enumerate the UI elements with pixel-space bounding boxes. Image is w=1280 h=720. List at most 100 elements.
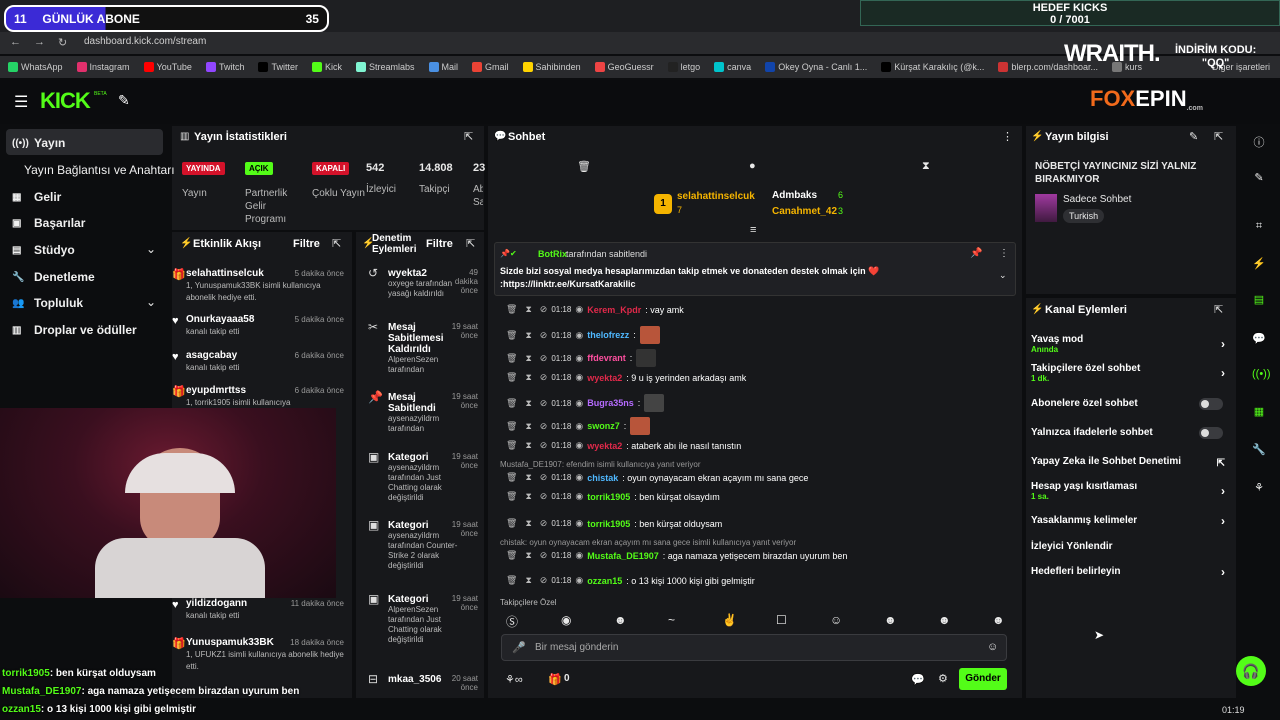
bookmark-item[interactable]: Instagram: [76, 62, 130, 72]
timeout-icon[interactable]: ⧗: [525, 472, 531, 483]
emote-icon[interactable]: Ⓢ: [506, 613, 518, 630]
bookmark-item[interactable]: Streamlabs: [355, 62, 415, 72]
sidebar-item-5[interactable]: 🔧 Denetleme: [12, 270, 95, 284]
chat-username[interactable]: torrik1905: [587, 519, 630, 529]
toggle-switch[interactable]: [1199, 427, 1223, 439]
emote-icon[interactable]: ◉: [561, 613, 571, 627]
timeout-icon[interactable]: ⧗: [525, 518, 531, 529]
chat-username[interactable]: wyekta2: [587, 373, 622, 383]
back-icon[interactable]: ←: [10, 36, 21, 48]
chat-username[interactable]: ffdevrant: [587, 353, 626, 363]
hourglass-tab-icon[interactable]: ⧗: [922, 160, 930, 173]
collapse-icon[interactable]: ≡: [750, 224, 756, 236]
info-edit-icon[interactable]: ✎: [1189, 130, 1198, 143]
timeout-icon[interactable]: ⧗: [525, 353, 531, 364]
delete-icon[interactable]: 🗑: [506, 472, 517, 483]
emote-icon[interactable]: ~: [668, 613, 675, 627]
delete-icon[interactable]: 🗑: [506, 491, 517, 502]
timeout-icon[interactable]: ⧗: [525, 330, 531, 341]
channel-action-6[interactable]: Yasaklanmış kelimeler ›: [1031, 514, 1227, 528]
delete-icon[interactable]: 🗑: [506, 304, 517, 315]
chat-rail-icon[interactable]: 💬: [1252, 332, 1266, 346]
pinned-more-icon[interactable]: ⋮: [999, 248, 1009, 259]
timeout-icon[interactable]: ⧗: [525, 398, 531, 409]
sidebar-item-6[interactable]: 👥 Topluluk: [12, 296, 83, 310]
info-icon[interactable]: ⓘ: [1252, 134, 1266, 149]
ban-icon[interactable]: ⊘: [540, 518, 548, 529]
pin-icon[interactable]: ✎: [118, 92, 130, 109]
bolt-icon[interactable]: ⚡: [1252, 257, 1266, 271]
timeout-icon[interactable]: ⧗: [525, 550, 531, 561]
chevron-right-icon[interactable]: ›: [1221, 565, 1225, 579]
chevron-down-icon[interactable]: ⌄: [146, 242, 156, 256]
dashboard-icon[interactable]: ▦: [1252, 405, 1266, 419]
category-name[interactable]: Sadece Sohbet: [1063, 194, 1131, 205]
sidebar-item-1[interactable]: Yayın Bağlantısı ve Anahtarı: [24, 163, 175, 177]
chat-username[interactable]: swonz7: [587, 421, 620, 431]
chevron-down-icon[interactable]: ⌄: [146, 295, 156, 309]
feed-filter-button[interactable]: Filtre: [293, 238, 320, 250]
ban-icon[interactable]: ⊘: [540, 550, 548, 561]
ban-icon[interactable]: ⊘: [540, 472, 548, 483]
bookmark-item[interactable]: Kick: [311, 62, 342, 72]
chat-username[interactable]: Bugra35ns: [587, 398, 634, 408]
toggle-switch[interactable]: [1199, 398, 1223, 410]
channel-action-8[interactable]: Hedefleri belirleyin ›: [1031, 565, 1227, 579]
ban-icon[interactable]: ⊘: [540, 372, 548, 383]
timeout-icon[interactable]: ⧗: [525, 304, 531, 315]
info-popout-icon[interactable]: ⇱: [1214, 130, 1223, 143]
settings-icon[interactable]: ⚙: [938, 672, 948, 685]
chat-username[interactable]: thelofrezz: [587, 330, 629, 340]
bookmark-item[interactable]: Twitter: [258, 62, 298, 72]
timeout-icon[interactable]: ⧗: [525, 440, 531, 451]
ban-icon[interactable]: ⊘: [540, 353, 548, 364]
url-text[interactable]: dashboard.kick.com/stream: [84, 36, 206, 47]
menu-icon[interactable]: ☰: [14, 92, 28, 112]
channel-action-4[interactable]: Yapay Zeka ile Sohbet Denetimi ⇱: [1031, 456, 1227, 469]
bookmark-item[interactable]: letgo: [667, 62, 700, 72]
channel-action-2[interactable]: Abonelere özel sohbet: [1031, 398, 1227, 410]
mod-popout-icon[interactable]: ⇱: [466, 237, 475, 250]
leader-name[interactable]: Admbaks: [772, 190, 817, 201]
chat-username[interactable]: wyekta2: [587, 441, 622, 451]
delete-icon[interactable]: 🗑: [506, 550, 517, 561]
delete-icon[interactable]: 🗑: [506, 440, 517, 451]
emote-icon[interactable]: ✌: [722, 613, 737, 627]
bookmark-item[interactable]: Sahibinden: [522, 62, 581, 72]
emote-icon[interactable]: ☐: [776, 613, 787, 627]
sidebar-item-2[interactable]: ▦ Gelir: [12, 190, 61, 204]
chevron-right-icon[interactable]: ›: [1221, 337, 1225, 351]
unpin-icon[interactable]: 📌: [970, 248, 982, 259]
community-rail-icon[interactable]: ⚘: [1252, 481, 1266, 495]
forward-icon[interactable]: →: [34, 36, 45, 48]
delete-icon[interactable]: 🗑: [506, 421, 517, 432]
broadcast-rail-icon[interactable]: ((•)): [1252, 368, 1271, 382]
bookmark-item[interactable]: Okey Oyna - Canlı 1...: [765, 62, 867, 72]
mod-filter-button[interactable]: Filtre: [426, 238, 453, 250]
ban-icon[interactable]: ⊘: [540, 575, 548, 586]
sidebar-item-4[interactable]: ▤ Stüdyo: [12, 243, 75, 257]
ban-icon[interactable]: ⊘: [540, 330, 548, 341]
chat-username[interactable]: chistak: [587, 473, 618, 483]
chat-more-icon[interactable]: ⋮: [1002, 130, 1013, 143]
channel-action-7[interactable]: İzleyici Yönlendir: [1031, 541, 1227, 552]
actions-popout-icon[interactable]: ⇱: [1214, 303, 1223, 316]
chevron-right-icon[interactable]: ›: [1221, 366, 1225, 380]
ban-icon[interactable]: ⊘: [540, 421, 548, 432]
chevron-right-icon[interactable]: ›: [1221, 514, 1225, 528]
edit-icon[interactable]: ✎: [1252, 171, 1266, 185]
channel-action-0[interactable]: Yavaş mod Anında ›: [1031, 334, 1227, 354]
delete-icon[interactable]: 🗑: [506, 353, 517, 364]
leader-name[interactable]: selahattinselcuk: [677, 191, 755, 202]
trash-tab-icon[interactable]: 🗑: [577, 160, 591, 173]
chat-username[interactable]: Mustafa_DE1907: [587, 551, 659, 561]
chat-username[interactable]: ozzan15: [587, 576, 622, 586]
emote-icon[interactable]: ☺: [830, 613, 842, 627]
reload-icon[interactable]: ↻: [58, 36, 67, 49]
chat-username[interactable]: torrik1905: [587, 492, 630, 502]
send-button[interactable]: Gönder: [959, 668, 1007, 690]
popout-icon[interactable]: ⇱: [464, 130, 473, 143]
clipboard-icon[interactable]: ▤: [1252, 293, 1266, 307]
timeout-icon[interactable]: ⧗: [525, 575, 531, 586]
ban-icon[interactable]: ⊘: [540, 491, 548, 502]
